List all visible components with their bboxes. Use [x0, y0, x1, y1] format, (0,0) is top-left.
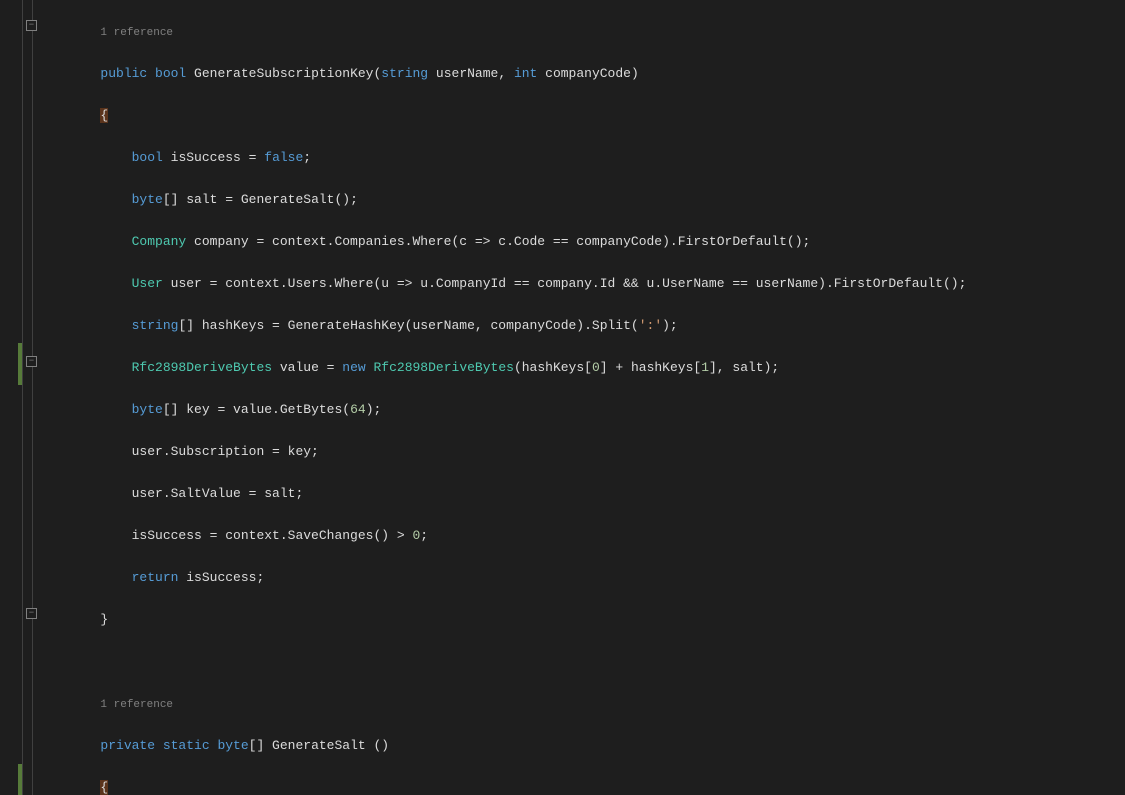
code-editor[interactable]: − − − 1 reference public bool GenerateSu…	[0, 0, 1125, 795]
brace-open: {	[100, 108, 108, 123]
keyword: int	[514, 66, 537, 81]
codelens-references[interactable]: 1 reference	[100, 699, 173, 711]
type-name: Company	[132, 234, 187, 249]
change-bar	[18, 0, 22, 795]
method-name: GenerateSubscriptionKey(	[186, 66, 381, 81]
fold-toggle-icon[interactable]: −	[26, 20, 37, 31]
keyword: string	[381, 66, 428, 81]
method-name: [] GenerateSalt ()	[249, 738, 389, 753]
editor-gutter: − − −	[0, 0, 38, 795]
type-name: User	[132, 276, 163, 291]
change-marker	[18, 764, 22, 795]
fold-bar: − − −	[24, 0, 38, 795]
brace-open: {	[100, 780, 108, 795]
keyword: public bool	[100, 66, 186, 81]
fold-toggle-icon[interactable]: −	[26, 356, 37, 367]
brace-close: }	[100, 612, 108, 627]
codelens-references[interactable]: 1 reference	[100, 27, 173, 39]
change-marker	[18, 343, 22, 385]
fold-toggle-icon[interactable]: −	[26, 608, 37, 619]
code-area[interactable]: 1 reference public bool GenerateSubscrip…	[38, 0, 1125, 795]
